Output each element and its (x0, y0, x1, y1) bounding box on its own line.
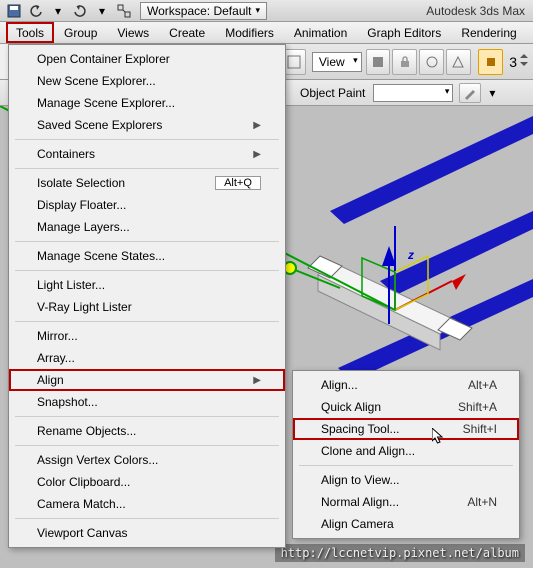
menu-display-floater[interactable]: Display Floater... (9, 194, 285, 216)
dropdown-arrow-icon[interactable]: ▾ (483, 83, 501, 103)
menu-tools[interactable]: Tools (6, 22, 54, 43)
separator (15, 416, 279, 417)
separator (299, 465, 513, 466)
align-submenu: Align...Alt+A Quick AlignShift+A Spacing… (292, 370, 520, 539)
toolbar-button[interactable] (419, 49, 444, 75)
menu-manage-scene-states[interactable]: Manage Scene States... (9, 245, 285, 267)
shortcut-label: Shift+A (458, 400, 497, 414)
menu-group[interactable]: Group (54, 22, 107, 43)
menu-camera-match[interactable]: Camera Match... (9, 493, 285, 515)
tools-dropdown: Open Container Explorer New Scene Explor… (8, 44, 286, 548)
submenu-arrow-icon: ▶ (253, 149, 261, 160)
menu-color-clipboard[interactable]: Color Clipboard... (9, 471, 285, 493)
qat-dropdown-icon-2[interactable]: ▾ (92, 2, 112, 20)
separator (15, 321, 279, 322)
toolbar-number: 3 (509, 54, 517, 70)
menu-manage-layers[interactable]: Manage Layers... (9, 216, 285, 238)
menu-saved-scene-explorers[interactable]: Saved Scene Explorers▶ (9, 114, 285, 136)
app-title: Autodesk 3ds Max (426, 4, 525, 18)
save-icon[interactable] (4, 2, 24, 20)
submenu-arrow-icon: ▶ (253, 375, 261, 386)
spinner-icon[interactable] (519, 52, 529, 71)
redo-icon[interactable] (70, 2, 90, 20)
shortcut-label: Shift+I (463, 422, 497, 436)
menu-containers[interactable]: Containers▶ (9, 143, 285, 165)
separator (15, 139, 279, 140)
toolbar-button[interactable] (366, 49, 391, 75)
lock-icon[interactable] (392, 49, 417, 75)
submenu-align-to-view[interactable]: Align to View... (293, 469, 519, 491)
menu-bar: Tools Group Views Create Modifiers Anima… (0, 22, 533, 44)
menu-create[interactable]: Create (159, 22, 215, 43)
menu-align[interactable]: Align▶ (9, 369, 285, 391)
menu-array[interactable]: Array... (9, 347, 285, 369)
separator (15, 270, 279, 271)
separator (15, 168, 279, 169)
submenu-spacing-tool[interactable]: Spacing Tool...Shift+I (293, 418, 519, 440)
menu-new-scene-explorer[interactable]: New Scene Explorer... (9, 70, 285, 92)
submenu-quick-align[interactable]: Quick AlignShift+A (293, 396, 519, 418)
workspace-label: Workspace: Default (147, 4, 252, 18)
link-icon[interactable] (114, 2, 134, 20)
menu-assign-vertex-colors[interactable]: Assign Vertex Colors... (9, 449, 285, 471)
view-label: View (319, 55, 345, 69)
shortcut-label: Alt+N (467, 495, 497, 509)
shortcut-label: Alt+A (468, 378, 497, 392)
view-dropdown[interactable]: View (312, 52, 362, 72)
menu-mirror[interactable]: Mirror... (9, 325, 285, 347)
menu-animation[interactable]: Animation (284, 22, 357, 43)
qat-dropdown-icon[interactable]: ▾ (48, 2, 68, 20)
separator (15, 445, 279, 446)
submenu-arrow-icon: ▶ (253, 120, 261, 131)
submenu-align[interactable]: Align...Alt+A (293, 374, 519, 396)
watermark: http://lccnetvip.pixnet.net/album (275, 544, 525, 562)
mouse-cursor-icon (432, 428, 446, 446)
menu-light-lister[interactable]: Light Lister... (9, 274, 285, 296)
toolbar-button[interactable] (446, 49, 471, 75)
menu-rendering[interactable]: Rendering (451, 22, 526, 43)
menu-rename-objects[interactable]: Rename Objects... (9, 420, 285, 442)
shortcut-label: Alt+Q (215, 176, 261, 190)
menu-isolate-selection[interactable]: Isolate SelectionAlt+Q (9, 172, 285, 194)
submenu-clone-and-align[interactable]: Clone and Align... (293, 440, 519, 462)
z-axis-label: z (408, 248, 414, 262)
submenu-normal-align[interactable]: Normal Align...Alt+N (293, 491, 519, 513)
menu-manage-scene-explorer[interactable]: Manage Scene Explorer... (9, 92, 285, 114)
menu-modifiers[interactable]: Modifiers (215, 22, 284, 43)
menu-open-container-explorer[interactable]: Open Container Explorer (9, 48, 285, 70)
object-paint-dropdown[interactable] (373, 84, 453, 102)
object-paint-label: Object Paint (300, 86, 365, 100)
menu-viewport-canvas[interactable]: Viewport Canvas (9, 522, 285, 544)
separator (15, 241, 279, 242)
separator (15, 518, 279, 519)
submenu-align-camera[interactable]: Align Camera (293, 513, 519, 535)
brush-icon[interactable] (459, 83, 481, 103)
menu-views[interactable]: Views (107, 22, 159, 43)
z-axis-arrow (382, 246, 396, 324)
undo-icon[interactable] (26, 2, 46, 20)
workspace-dropdown[interactable]: Workspace: Default▾ (140, 2, 267, 20)
toolbar-button-active[interactable] (478, 49, 503, 75)
title-bar: ▾ ▾ Workspace: Default▾ Autodesk 3ds Max (0, 0, 533, 22)
menu-snapshot[interactable]: Snapshot... (9, 391, 285, 413)
menu-vray-light-lister[interactable]: V-Ray Light Lister (9, 296, 285, 318)
menu-graph-editors[interactable]: Graph Editors (357, 22, 451, 43)
